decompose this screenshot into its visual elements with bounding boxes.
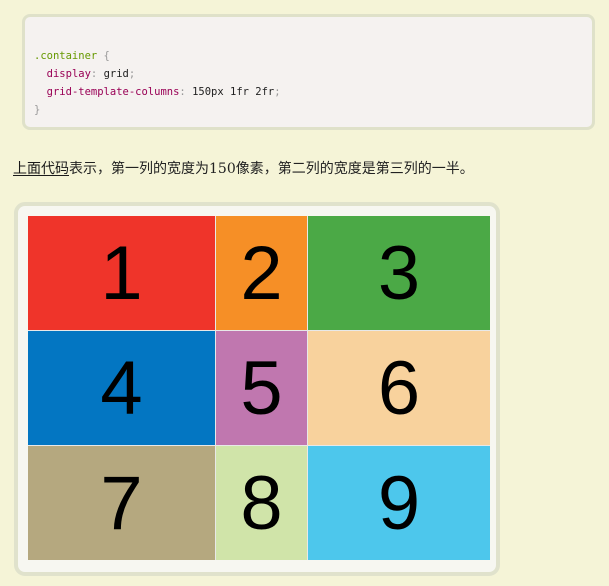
grid-item-5: 5	[216, 331, 307, 445]
code-prop-grid-template-columns: grid-template-columns	[46, 86, 180, 98]
grid-demo: 1 2 3 4 5 6 7 8 9	[14, 202, 500, 576]
code-value-display: grid	[103, 68, 129, 80]
grid-item-3: 3	[308, 216, 490, 330]
grid-item-6: 6	[308, 331, 490, 445]
grid-item-7: 7	[28, 446, 215, 560]
code-block: .container { display: grid; grid-templat…	[22, 14, 595, 130]
grid-item-1: 1	[28, 216, 215, 330]
grid-container: 1 2 3 4 5 6 7 8 9	[28, 216, 490, 560]
grid-item-9: 9	[308, 446, 490, 560]
description: 上面代码表示，第一列的宽度为150像素，第二列的宽度是第三列的一半。	[13, 158, 603, 180]
description-text: 表示，第一列的宽度为150像素，第二列的宽度是第三列的一半。	[69, 161, 474, 177]
code-link[interactable]: 上面代码	[13, 161, 69, 177]
code-open-brace: {	[103, 50, 110, 62]
grid-item-8: 8	[216, 446, 307, 560]
grid-item-4: 4	[28, 331, 215, 445]
code-value-grid-template-columns: 150px 1fr 2fr	[192, 86, 275, 98]
code-close-brace: }	[34, 104, 41, 116]
grid-item-2: 2	[216, 216, 307, 330]
code-prop-display: display	[46, 68, 91, 80]
code-selector: .container	[34, 50, 98, 62]
